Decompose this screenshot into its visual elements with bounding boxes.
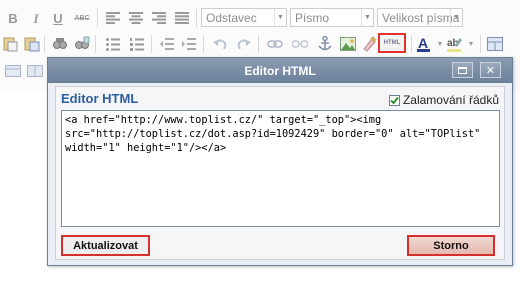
- html-editor-dialog: Editor HTML ✕ Editor HTML Zalamování řád…: [47, 57, 513, 266]
- toolbar-separator: [95, 35, 96, 53]
- font-size-value: Velikost písma: [382, 11, 460, 25]
- align-left-icon[interactable]: [104, 9, 122, 27]
- toolbar-separator: [203, 35, 204, 53]
- align-justify-icon[interactable]: [173, 9, 191, 27]
- align-right-icon[interactable]: [150, 9, 168, 27]
- strikethrough-button[interactable]: ABC: [72, 9, 92, 27]
- maximize-icon: [458, 66, 467, 74]
- html-source-button[interactable]: HTML: [378, 33, 406, 53]
- toolbar-separator: [196, 9, 197, 27]
- paste-icon[interactable]: [1, 35, 19, 53]
- paragraph-format-value: Odstavec: [206, 11, 257, 25]
- checkmark-icon: [390, 96, 399, 104]
- editor-heading: Editor HTML: [61, 91, 139, 106]
- toolbar-separator: [411, 35, 412, 53]
- toolbar-separator: [151, 35, 152, 53]
- dialog-content: Editor HTML Zalamování řádků <a href="ht…: [55, 86, 505, 260]
- paste-word-icon[interactable]: [23, 35, 41, 53]
- outdent-icon[interactable]: [158, 35, 176, 53]
- italic-button[interactable]: I: [27, 9, 45, 27]
- toolbar-separator: [258, 35, 259, 53]
- image-icon[interactable]: [339, 35, 357, 53]
- indent-icon[interactable]: [180, 35, 198, 53]
- align-center-icon[interactable]: [127, 9, 145, 27]
- chevron-down-icon: ▼: [450, 9, 462, 26]
- close-icon: ✕: [485, 63, 496, 77]
- table-cell-icon[interactable]: [26, 62, 44, 80]
- dialog-title: Editor HTML: [244, 64, 316, 78]
- word-wrap-option[interactable]: Zalamování řádků: [388, 93, 499, 107]
- toolbar-separator: [480, 35, 481, 53]
- underline-button[interactable]: U: [49, 9, 67, 27]
- maximize-button[interactable]: [452, 62, 473, 78]
- table-properties-icon[interactable]: [4, 62, 22, 80]
- highlight-color-icon[interactable]: ab: [445, 35, 463, 53]
- html-code-textarea[interactable]: <a href="http://www.toplist.cz/" target=…: [61, 110, 500, 227]
- svg-text:A: A: [418, 36, 428, 51]
- chevron-down-icon: ▼: [361, 9, 373, 26]
- find-icon[interactable]: [51, 35, 69, 53]
- undo-icon[interactable]: [211, 35, 229, 53]
- numbered-list-icon[interactable]: [128, 35, 146, 53]
- bold-button[interactable]: B: [4, 9, 22, 27]
- chevron-down-icon: ▼: [274, 9, 286, 26]
- dialog-titlebar[interactable]: Editor HTML ✕: [48, 58, 512, 83]
- toolbar-separator: [97, 9, 98, 27]
- close-button[interactable]: ✕: [480, 62, 501, 78]
- bullet-list-icon[interactable]: [104, 35, 122, 53]
- replace-icon[interactable]: [73, 35, 91, 53]
- chevron-down-icon[interactable]: ▼: [462, 35, 480, 53]
- update-button[interactable]: Aktualizovat: [61, 235, 150, 256]
- unlink-icon[interactable]: [291, 35, 309, 53]
- font-family-value: Písmo: [295, 11, 330, 25]
- paragraph-format-select[interactable]: Odstavec ▼: [201, 8, 287, 27]
- table-icon[interactable]: [486, 35, 504, 53]
- word-wrap-checkbox[interactable]: [388, 94, 400, 106]
- font-size-select[interactable]: Velikost písma ▼: [377, 8, 463, 27]
- font-family-select[interactable]: Písmo ▼: [290, 8, 374, 27]
- toolbar-separator: [44, 35, 45, 53]
- anchor-icon[interactable]: [316, 35, 334, 53]
- link-icon[interactable]: [266, 35, 284, 53]
- cleanup-icon[interactable]: [360, 35, 378, 53]
- cancel-button[interactable]: Storno: [407, 235, 495, 256]
- redo-icon[interactable]: [235, 35, 253, 53]
- word-wrap-label: Zalamování řádků: [402, 93, 499, 107]
